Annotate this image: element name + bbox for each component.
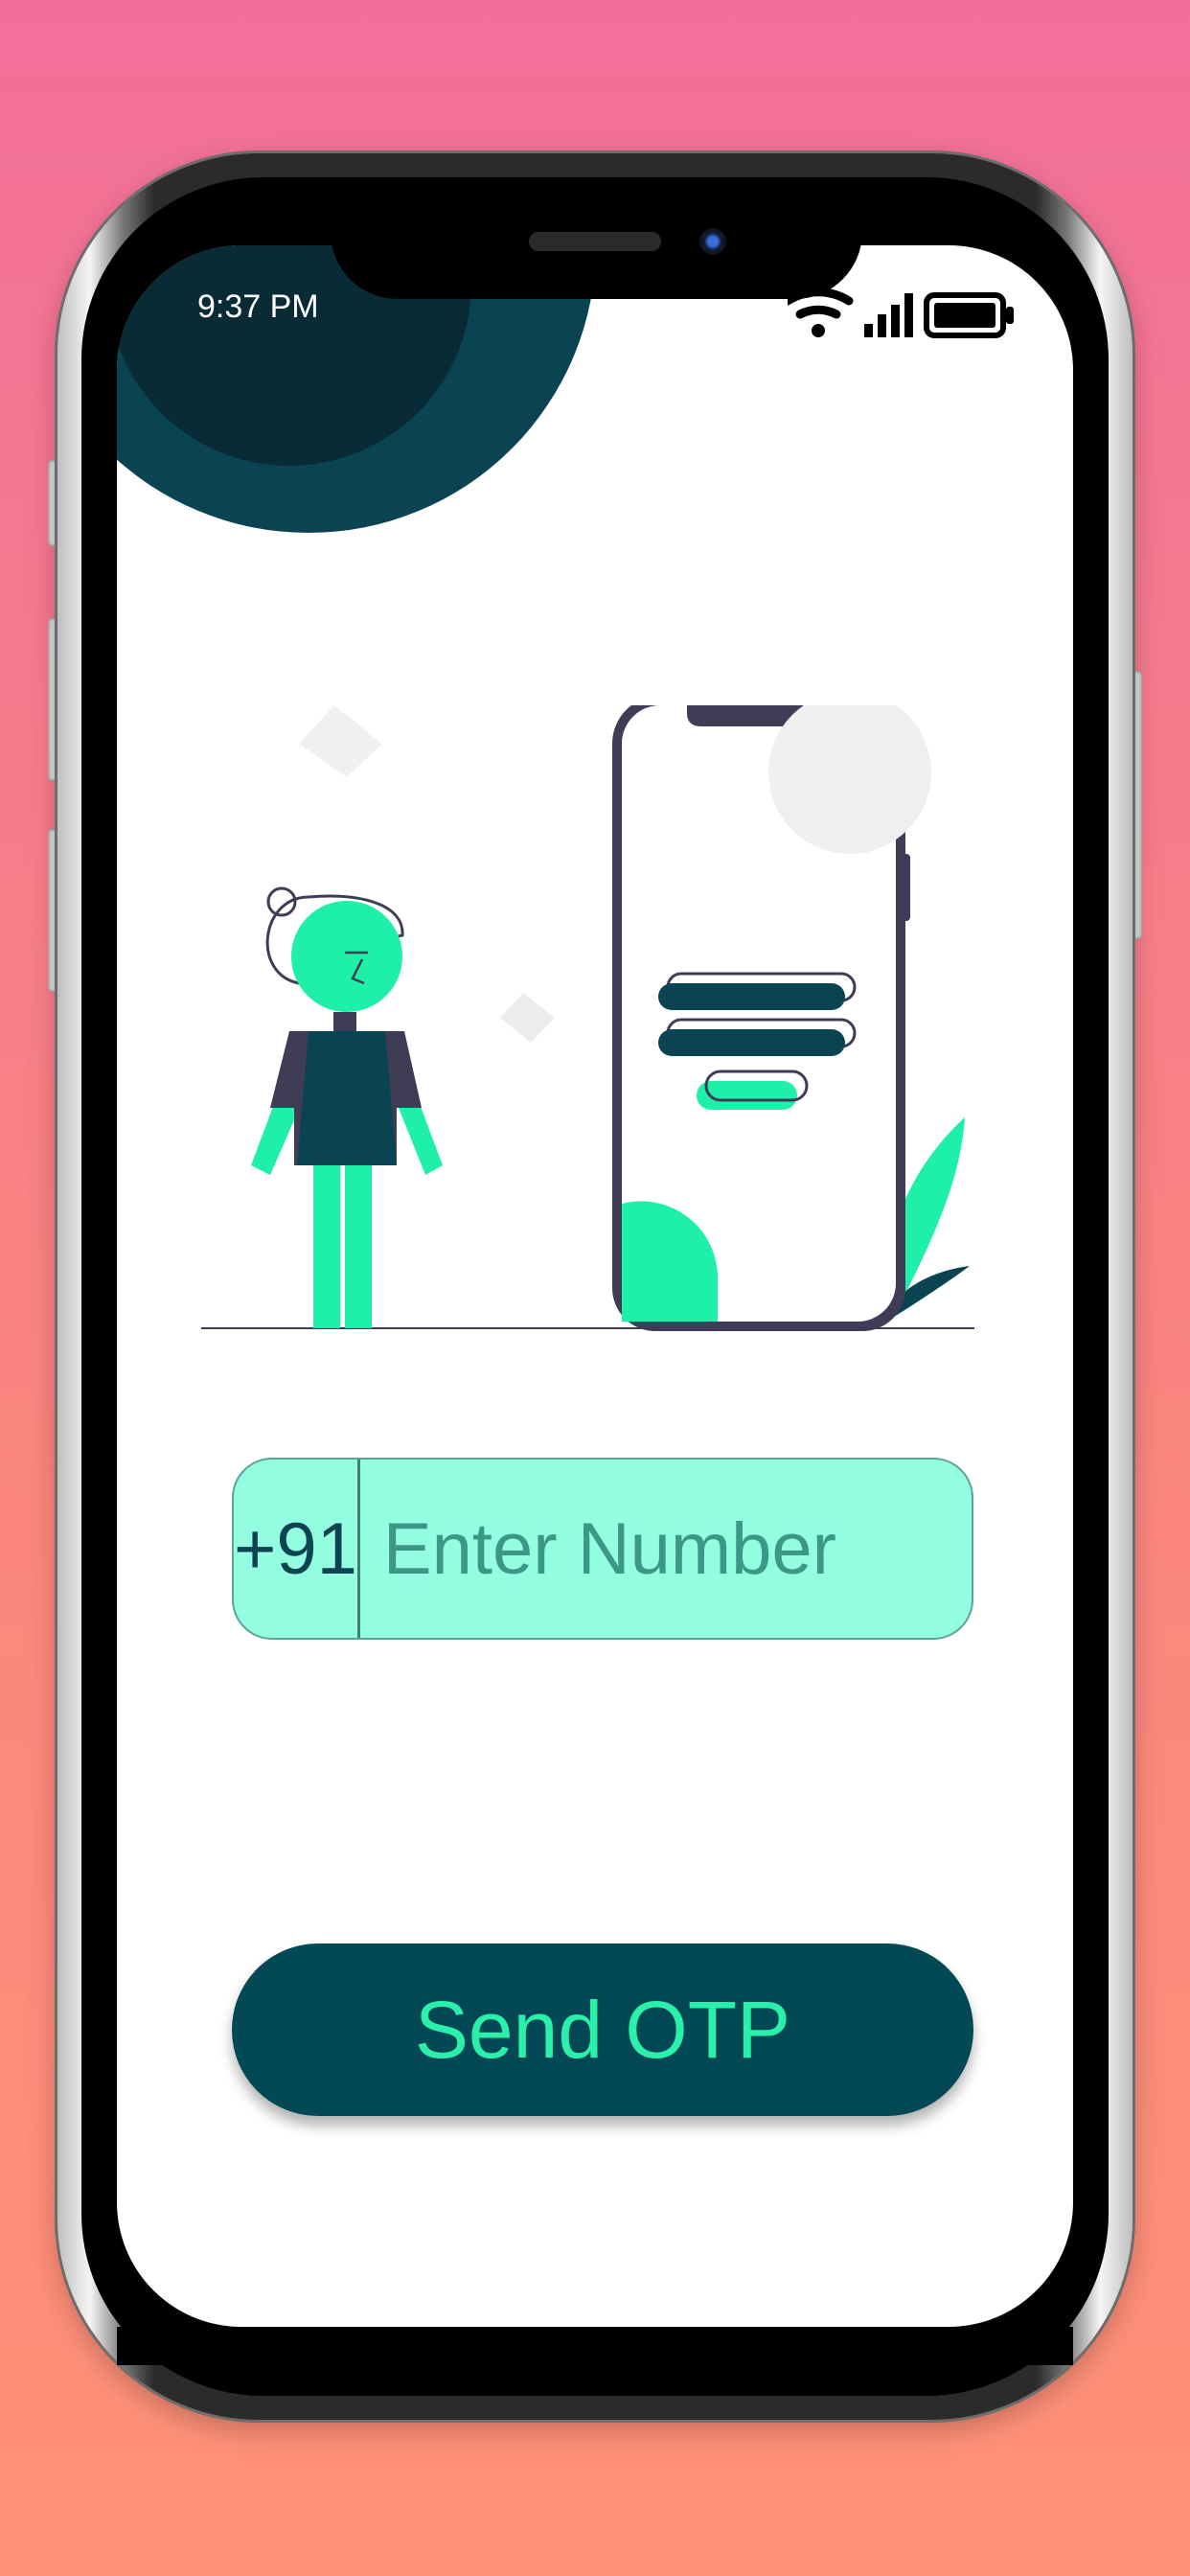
wifi-icon (788, 288, 854, 337)
number-input[interactable] (359, 1460, 972, 1638)
phone-illustration-side-button (901, 854, 910, 921)
phone-number-field[interactable]: +91 (232, 1458, 973, 1640)
earpiece-speaker (529, 232, 661, 251)
phone-illustration (612, 705, 931, 1331)
person-head (291, 901, 402, 1012)
status-icons (788, 288, 1014, 338)
send-otp-button[interactable]: Send OTP (232, 1944, 973, 2116)
phone-illustration-bar-2 (658, 1029, 845, 1056)
battery-icon (924, 292, 1014, 338)
country-code[interactable]: +91 (234, 1460, 360, 1638)
person-leg-left (313, 1165, 340, 1328)
power-button (1133, 671, 1142, 939)
status-time: 9:37 PM (197, 288, 319, 325)
person-body (297, 1031, 397, 1165)
person-figure (251, 886, 443, 1328)
silent-switch (48, 460, 57, 546)
front-camera (699, 228, 726, 255)
login-illustration (201, 705, 974, 1331)
cellular-signal-icon (864, 293, 913, 337)
volume-down-button (48, 829, 57, 992)
floating-shape-2 (500, 993, 555, 1043)
phone-illustration-bar-1 (658, 983, 845, 1010)
screen-bottom-bezel (117, 2327, 1073, 2365)
volume-up-button (48, 618, 57, 781)
floating-shape-1 (299, 705, 382, 777)
person-leg-right (345, 1165, 372, 1328)
